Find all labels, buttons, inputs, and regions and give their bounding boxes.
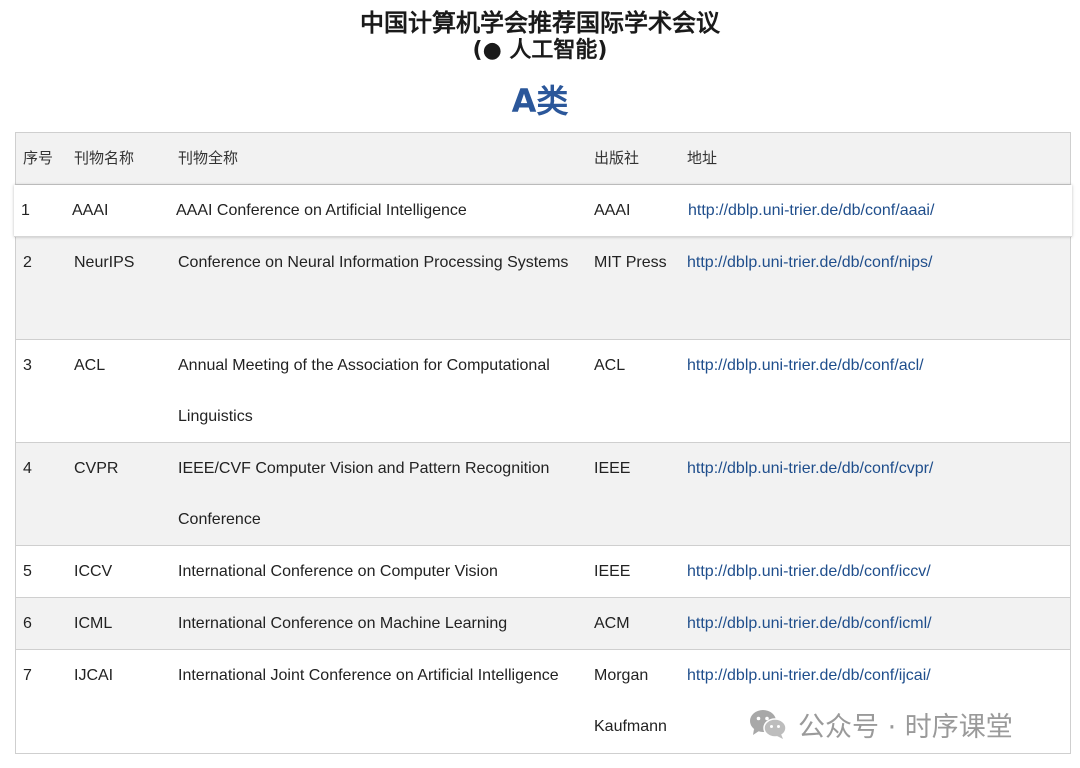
row-url: http://dblp.uni-trier.de/db/conf/ijcai/ (687, 650, 931, 701)
row-publisher: MIT Press (594, 254, 667, 271)
table-row: 6 ICML International Conference on Machi… (16, 598, 1070, 650)
row-full-name: International Conference on Computer Vis… (178, 563, 498, 580)
row-index: 3 (23, 357, 32, 374)
row-publisher: AAAI (594, 202, 631, 219)
dblp-link[interactable]: http://dblp.uni-trier.de/db/conf/nips/ (687, 254, 932, 271)
row-full-name: IEEE/CVF Computer Vision and Pattern Rec… (178, 460, 550, 528)
row-index: 2 (23, 254, 32, 271)
category-heading: A类 (511, 82, 569, 120)
row-publisher: ACL (594, 357, 626, 374)
row-index: 1 (21, 202, 30, 219)
dblp-link[interactable]: http://dblp.uni-trier.de/db/conf/acl/ (687, 357, 924, 374)
row-publisher: ACM (594, 615, 630, 632)
row-abbr: CVPR (74, 460, 119, 477)
row-abbr: ACL (74, 357, 106, 374)
row-index: 6 (23, 615, 32, 632)
row-full-name: International Conference on Machine Lear… (178, 615, 508, 632)
column-header-url: 地址 (687, 150, 718, 167)
row-full-name: International Joint Conference on Artifi… (178, 667, 559, 684)
column-header-publisher: 出版社 (594, 150, 640, 167)
row-url: http://dblp.uni-trier.de/db/conf/acl/ (687, 340, 924, 391)
row-publisher: IEEE (594, 460, 631, 477)
table-header-row: 序号 刊物名称 刊物全称 出版社 地址 (16, 133, 1070, 185)
row-index: 5 (23, 563, 32, 580)
column-header-abbr: 刊物名称 (74, 150, 135, 167)
dblp-link[interactable]: http://dblp.uni-trier.de/db/conf/cvpr/ (687, 460, 933, 477)
row-abbr: IJCAI (74, 667, 114, 684)
row-full-name: AAAI Conference on Artificial Intelligen… (176, 202, 467, 219)
dblp-link[interactable]: http://dblp.uni-trier.de/db/conf/ijcai/ (687, 667, 931, 684)
watermark: 公众号 · 时序课堂 (748, 704, 1013, 744)
row-url: http://dblp.uni-trier.de/db/conf/cvpr/ (687, 443, 933, 494)
row-index: 4 (23, 460, 32, 477)
dblp-link[interactable]: http://dblp.uni-trier.de/db/conf/aaai/ (688, 202, 934, 219)
page-subtitle: (● 人工智能) (472, 38, 608, 63)
column-header-index: 序号 (23, 150, 54, 167)
conference-table: 序号 刊物名称 刊物全称 出版社 地址 1 AAAI AAAI Conferen… (14, 132, 1072, 754)
table-row: 2 NeurIPS Conference on Neural Informati… (16, 237, 1070, 340)
row-url: http://dblp.uni-trier.de/db/conf/nips/ (687, 237, 932, 288)
row-publisher: IEEE (594, 563, 631, 580)
wechat-icon (750, 710, 787, 739)
watermark-text: 公众号 · 时序课堂 (798, 711, 1013, 743)
row-full-name: Annual Meeting of the Association for Co… (178, 357, 550, 425)
row-url: http://dblp.uni-trier.de/db/conf/icml/ (687, 598, 932, 649)
table-row: 1 AAAI AAAI Conference on Artificial Int… (14, 185, 1072, 237)
row-abbr: NeurIPS (74, 254, 135, 271)
column-header-full-name: 刊物全称 (178, 150, 239, 167)
row-full-name: Conference on Neural Information Process… (178, 254, 569, 271)
row-abbr: AAAI (72, 202, 109, 219)
row-index: 7 (23, 667, 32, 684)
row-abbr: ICML (74, 615, 113, 632)
row-publisher: Morgan Kaufmann (594, 667, 667, 735)
row-url: http://dblp.uni-trier.de/db/conf/aaai/ (688, 185, 934, 236)
dblp-link[interactable]: http://dblp.uni-trier.de/db/conf/icml/ (687, 615, 932, 632)
table-row: 4 CVPR IEEE/CVF Computer Vision and Patt… (16, 443, 1070, 546)
table-row: 5 ICCV International Conference on Compu… (16, 546, 1070, 598)
row-url: http://dblp.uni-trier.de/db/conf/iccv/ (687, 546, 931, 597)
table-row: 3 ACL Annual Meeting of the Association … (16, 340, 1070, 443)
page-title: 中国计算机学会推荐国际学术会议 (360, 9, 720, 37)
row-abbr: ICCV (74, 563, 113, 580)
dblp-link[interactable]: http://dblp.uni-trier.de/db/conf/iccv/ (687, 563, 931, 580)
